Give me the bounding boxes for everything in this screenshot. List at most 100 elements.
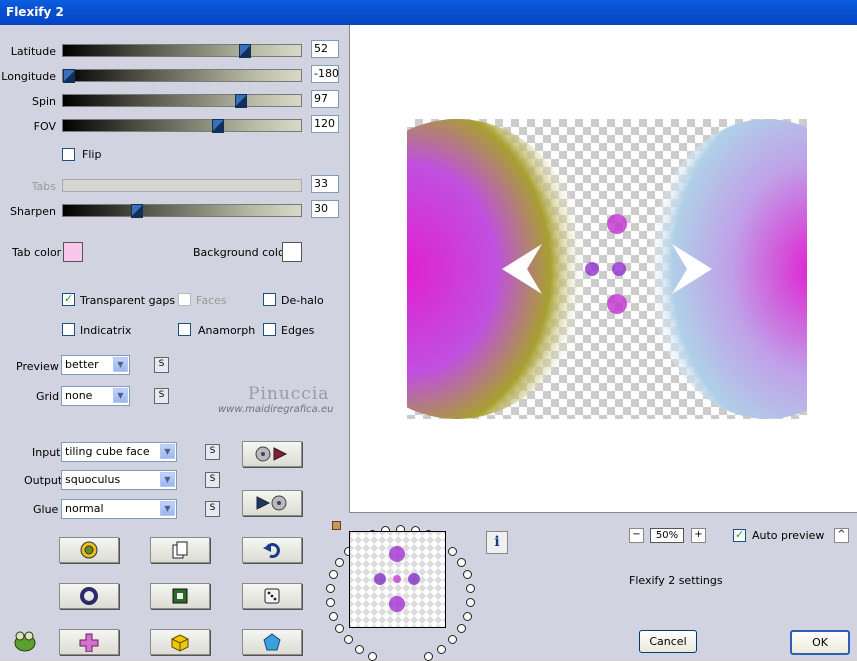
navigator-dot: [329, 611, 339, 621]
collapse-button[interactable]: ^: [834, 528, 849, 543]
frame-button[interactable]: [150, 583, 210, 609]
value-field-fov[interactable]: 120: [311, 115, 339, 133]
watermark-name: Pinuccia: [248, 384, 330, 404]
ring-button[interactable]: [59, 583, 119, 609]
navigator-dot: [465, 584, 475, 594]
value-field-sharpen[interactable]: 30: [311, 200, 339, 218]
chevron-down-icon: ▼: [113, 388, 128, 403]
slider-sharpen[interactable]: [62, 204, 302, 218]
zoom-in-button[interactable]: +: [691, 528, 706, 543]
thumbnail-image: [374, 546, 420, 612]
tab-color-label: Tab color: [12, 246, 62, 259]
glue-dropdown[interactable]: normal ▼: [61, 499, 177, 519]
background-color-swatch[interactable]: [282, 242, 302, 262]
tab-color-swatch[interactable]: [63, 242, 83, 262]
ok-button[interactable]: OK: [790, 630, 850, 655]
slider-fov[interactable]: [62, 119, 302, 133]
navigator-dot: [462, 570, 472, 580]
zoom-level: 50%: [650, 528, 684, 543]
navigator-dot: [354, 644, 364, 654]
flower-icon: [80, 541, 98, 559]
cancel-button[interactable]: Cancel: [639, 630, 697, 653]
preview-s-button[interactable]: S: [154, 357, 169, 373]
title-bar: Flexify 2: [0, 0, 857, 25]
slider-thumb[interactable]: [239, 44, 251, 58]
undo-button[interactable]: [242, 537, 302, 563]
slider-latitude[interactable]: [62, 44, 302, 58]
navigator-dot: [456, 624, 466, 634]
navigator-dot: [465, 597, 475, 607]
edges-label: Edges: [281, 324, 315, 337]
background-color-label: Background color: [193, 246, 290, 259]
slider-label-latitude: Latitude: [10, 45, 56, 58]
cube-button[interactable]: [150, 629, 210, 655]
auto-preview-label: Auto preview: [752, 529, 825, 542]
flip-checkbox[interactable]: [62, 148, 75, 161]
glue-label: Glue: [33, 503, 59, 516]
preview-dropdown[interactable]: better ▼: [61, 355, 130, 375]
navigator-handle[interactable]: [332, 521, 341, 530]
value-field-latitude[interactable]: 52: [311, 40, 339, 58]
preview-label: Preview: [16, 360, 59, 373]
info-icon: i: [494, 534, 500, 550]
slider-tabs[interactable]: [62, 179, 302, 192]
dice-button[interactable]: [242, 583, 302, 609]
chevron-down-icon: ▼: [160, 472, 175, 487]
anamorph-checkbox[interactable]: [178, 323, 191, 336]
pentagon-button[interactable]: [242, 629, 302, 655]
navigator-dot: [456, 557, 466, 567]
value-field-longitude[interactable]: -180: [311, 65, 339, 83]
indicatrix-checkbox[interactable]: [62, 323, 75, 336]
slider-thumb[interactable]: [63, 69, 75, 83]
input-dropdown[interactable]: tiling cube face ▼: [61, 442, 177, 462]
value-field-spin[interactable]: 97: [311, 90, 339, 108]
copy-settings-button[interactable]: [150, 537, 210, 563]
cross-shape-icon: [79, 633, 99, 652]
transparent-gaps-checkbox[interactable]: ✓: [62, 292, 75, 306]
output-s-button[interactable]: S: [205, 472, 220, 488]
disc-arrow-icon: [255, 446, 288, 462]
copy-to-output-button[interactable]: [242, 490, 302, 516]
faces-checkbox[interactable]: [178, 293, 191, 306]
navigator-dot: [448, 546, 458, 556]
input-s-button[interactable]: S: [205, 444, 220, 460]
auto-preview-checkbox[interactable]: ✓: [733, 528, 746, 542]
slider-label-tabs: Tabs: [31, 180, 56, 193]
frog-logo-icon: [14, 631, 36, 652]
slider-thumb[interactable]: [212, 119, 224, 133]
de-halo-label: De-halo: [281, 294, 324, 307]
navigator-dot: [437, 644, 447, 654]
de-halo-checkbox[interactable]: [263, 293, 276, 306]
arrow-disc-icon: [256, 495, 287, 511]
grid-s-button[interactable]: S: [154, 388, 169, 404]
info-button[interactable]: i: [486, 531, 508, 554]
grid-dropdown[interactable]: none ▼: [61, 386, 130, 406]
copy-to-input-button[interactable]: [242, 441, 302, 467]
checkmark-icon: ✓: [64, 292, 74, 305]
undo-arrow-icon: [263, 543, 280, 558]
grid-label: Grid: [36, 390, 60, 403]
slider-label-sharpen: Sharpen: [10, 205, 56, 218]
output-dropdown[interactable]: squoculus ▼: [61, 470, 177, 490]
slider-spin[interactable]: [62, 94, 302, 108]
randomize-button[interactable]: [59, 537, 119, 563]
slider-label-fov: FOV: [33, 120, 56, 133]
slider-label-longitude: Longitude: [1, 70, 56, 83]
slider-thumb[interactable]: [235, 94, 247, 108]
indicatrix-label: Indicatrix: [80, 324, 132, 337]
flexify-result-image: [407, 119, 807, 419]
preview-image: [407, 119, 807, 419]
transparent-gaps-label: Transparent gaps: [80, 294, 176, 307]
value-field-tabs[interactable]: 33: [311, 175, 339, 193]
chevron-down-icon: ▼: [113, 357, 128, 372]
zoom-out-button[interactable]: −: [629, 528, 644, 543]
slider-thumb[interactable]: [131, 204, 143, 218]
edges-checkbox[interactable]: [263, 323, 276, 336]
cross-shape-button[interactable]: [59, 629, 119, 655]
flip-label: Flip: [82, 148, 102, 161]
faces-label: Faces: [196, 294, 227, 307]
glue-s-button[interactable]: S: [205, 501, 220, 517]
slider-longitude[interactable]: [62, 69, 302, 83]
input-label: Input: [32, 446, 61, 459]
navigator-thumbnail[interactable]: [349, 531, 446, 628]
